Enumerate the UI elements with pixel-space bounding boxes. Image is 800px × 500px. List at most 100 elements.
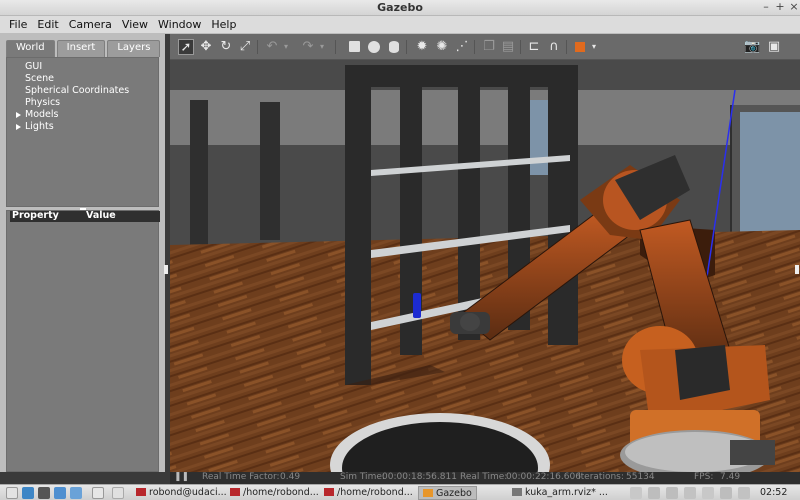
taskbar-item-gazebo[interactable]: Gazebo: [418, 486, 477, 500]
taskbar-item-label: /home/robond...: [337, 487, 413, 498]
record-icon[interactable]: ▣: [766, 39, 782, 55]
wall-pillar: [190, 100, 208, 245]
browser-icon[interactable]: [54, 487, 66, 499]
window-title: Gazebo: [377, 1, 423, 14]
menu-bar: File Edit Camera View Window Help: [0, 16, 800, 34]
minimize-button[interactable]: –: [760, 0, 772, 13]
tree-item-lights[interactable]: Lights: [7, 121, 158, 133]
menu-help[interactable]: Help: [206, 18, 241, 31]
toolbar-separator: [257, 40, 258, 54]
tray-icon[interactable]: [702, 487, 714, 499]
gazebo-icon: [423, 489, 433, 497]
tree-item-label: Physics: [25, 97, 61, 108]
right-panel-collapse-handle[interactable]: [795, 265, 799, 274]
fps-value: 7.49: [720, 472, 741, 482]
left-panel: World Insert Layers GUI Scene Spherical …: [0, 34, 165, 472]
toolbar-separator: [566, 40, 567, 54]
value-column-header: Value: [86, 210, 116, 221]
undo-dropdown-icon[interactable]: ▾: [278, 39, 294, 55]
taskbar-item-label: Gazebo: [436, 488, 472, 499]
tray-icon[interactable]: [684, 487, 696, 499]
blue-can[interactable]: [413, 293, 421, 318]
tree-item-spherical-coordinates[interactable]: Spherical Coordinates: [7, 85, 158, 97]
left-panel-tabs: World Insert Layers: [6, 40, 162, 57]
property-header-row: Property Value: [10, 210, 160, 222]
taskbar-item-home-1[interactable]: /home/robond...: [230, 486, 319, 500]
tray-icon[interactable]: [666, 487, 678, 499]
tab-world[interactable]: World: [6, 40, 55, 57]
view-dropdown-icon[interactable]: ▾: [586, 39, 602, 55]
align-icon[interactable]: ⊏: [526, 39, 542, 55]
tree-item-scene[interactable]: Scene: [7, 73, 158, 85]
network-icon[interactable]: [630, 487, 642, 499]
terminal-icon[interactable]: [38, 487, 50, 499]
maximize-button[interactable]: +: [774, 0, 786, 13]
toolbar-separator: [406, 40, 407, 54]
snap-icon[interactable]: ∩: [546, 39, 562, 55]
spot-light-icon[interactable]: ✺: [434, 39, 450, 55]
show-desktop-icon[interactable]: [112, 487, 124, 499]
terminal-icon: [324, 488, 334, 496]
iterations-value: 55134: [626, 472, 655, 482]
screenshot-icon[interactable]: 📷: [744, 39, 760, 55]
taskbar-item-terminal[interactable]: robond@udaci...: [136, 486, 227, 500]
system-icon[interactable]: [92, 487, 104, 499]
toolbar-separator: [520, 40, 521, 54]
start-menu-icon[interactable]: [6, 487, 18, 499]
tab-insert[interactable]: Insert: [56, 40, 106, 57]
select-arrow-icon[interactable]: ➚: [178, 39, 194, 55]
taskbar-item-home-2[interactable]: /home/robond...: [324, 486, 413, 500]
close-button[interactable]: ×: [788, 0, 800, 13]
menu-view[interactable]: View: [117, 18, 153, 31]
volume-icon[interactable]: [720, 487, 732, 499]
3d-scene[interactable]: [170, 60, 800, 472]
pause-icon[interactable]: ❚❚: [174, 472, 189, 482]
cylinder-icon[interactable]: [386, 39, 402, 55]
sim-time-label: Sim Time:: [340, 472, 385, 482]
paste-icon[interactable]: ▤: [500, 39, 516, 55]
battery-icon[interactable]: [738, 487, 750, 499]
tray-icon[interactable]: [648, 487, 660, 499]
3d-viewport[interactable]: ➚ ✥ ↻ ⤢ ↶ ▾ ↷ ▾ ✹ ✺ ⋰ ❐ ▤ ⊏ ∩ ▾ 📷 ▣: [170, 34, 800, 472]
copy-icon[interactable]: ❐: [481, 39, 497, 55]
taskbar-item-label: /home/robond...: [243, 487, 319, 498]
tree-item-label: GUI: [25, 61, 43, 72]
tab-layers[interactable]: Layers: [107, 40, 161, 57]
sphere-icon[interactable]: [366, 39, 382, 55]
scale-icon[interactable]: ⤢: [237, 39, 253, 55]
desktop-icon[interactable]: [70, 487, 82, 499]
property-column-header: Property: [12, 210, 59, 221]
menu-file[interactable]: File: [4, 18, 32, 31]
expand-arrow-icon[interactable]: [16, 112, 21, 118]
clock[interactable]: 02:52: [760, 486, 787, 500]
directional-light-icon[interactable]: ⋰: [454, 39, 470, 55]
window-titlebar: Gazebo – + ×: [0, 0, 800, 16]
point-light-icon[interactable]: ✹: [414, 39, 430, 55]
redo-dropdown-icon[interactable]: ▾: [314, 39, 330, 55]
real-time-factor-label: Real Time Factor:: [202, 472, 280, 482]
rotate-icon[interactable]: ↻: [218, 39, 234, 55]
real-time-value: 00:00:22:16.606: [506, 472, 581, 482]
toolbar-separator: [335, 40, 336, 54]
taskbar-item-rviz[interactable]: kuka_arm.rviz* ...: [512, 486, 608, 500]
cylinder-shape: [389, 41, 399, 53]
box-icon[interactable]: [346, 39, 362, 55]
fps-label: FPS:: [694, 472, 714, 482]
world-tree: GUI Scene Spherical Coordinates Physics …: [6, 57, 159, 207]
property-panel: Property Value: [6, 210, 160, 472]
tree-item-label: Models: [25, 109, 59, 120]
menu-camera[interactable]: Camera: [64, 18, 117, 31]
menu-window[interactable]: Window: [153, 18, 206, 31]
tree-item-physics[interactable]: Physics: [7, 97, 158, 109]
menu-edit[interactable]: Edit: [32, 18, 63, 31]
translate-icon[interactable]: ✥: [198, 39, 214, 55]
viewport-toolbar: ➚ ✥ ↻ ⤢ ↶ ▾ ↷ ▾ ✹ ✺ ⋰ ❐ ▤ ⊏ ∩ ▾ 📷 ▣: [170, 34, 800, 60]
left-panel-collapse-handle[interactable]: [164, 265, 168, 274]
taskbar-item-label: kuka_arm.rviz* ...: [525, 487, 608, 498]
file-manager-icon[interactable]: [22, 487, 34, 499]
tree-item-models[interactable]: Models: [7, 109, 158, 121]
expand-arrow-icon[interactable]: [16, 124, 21, 130]
real-time-label: Real Time:: [460, 472, 508, 482]
terminal-icon: [136, 488, 146, 496]
tree-item-gui[interactable]: GUI: [7, 61, 158, 73]
